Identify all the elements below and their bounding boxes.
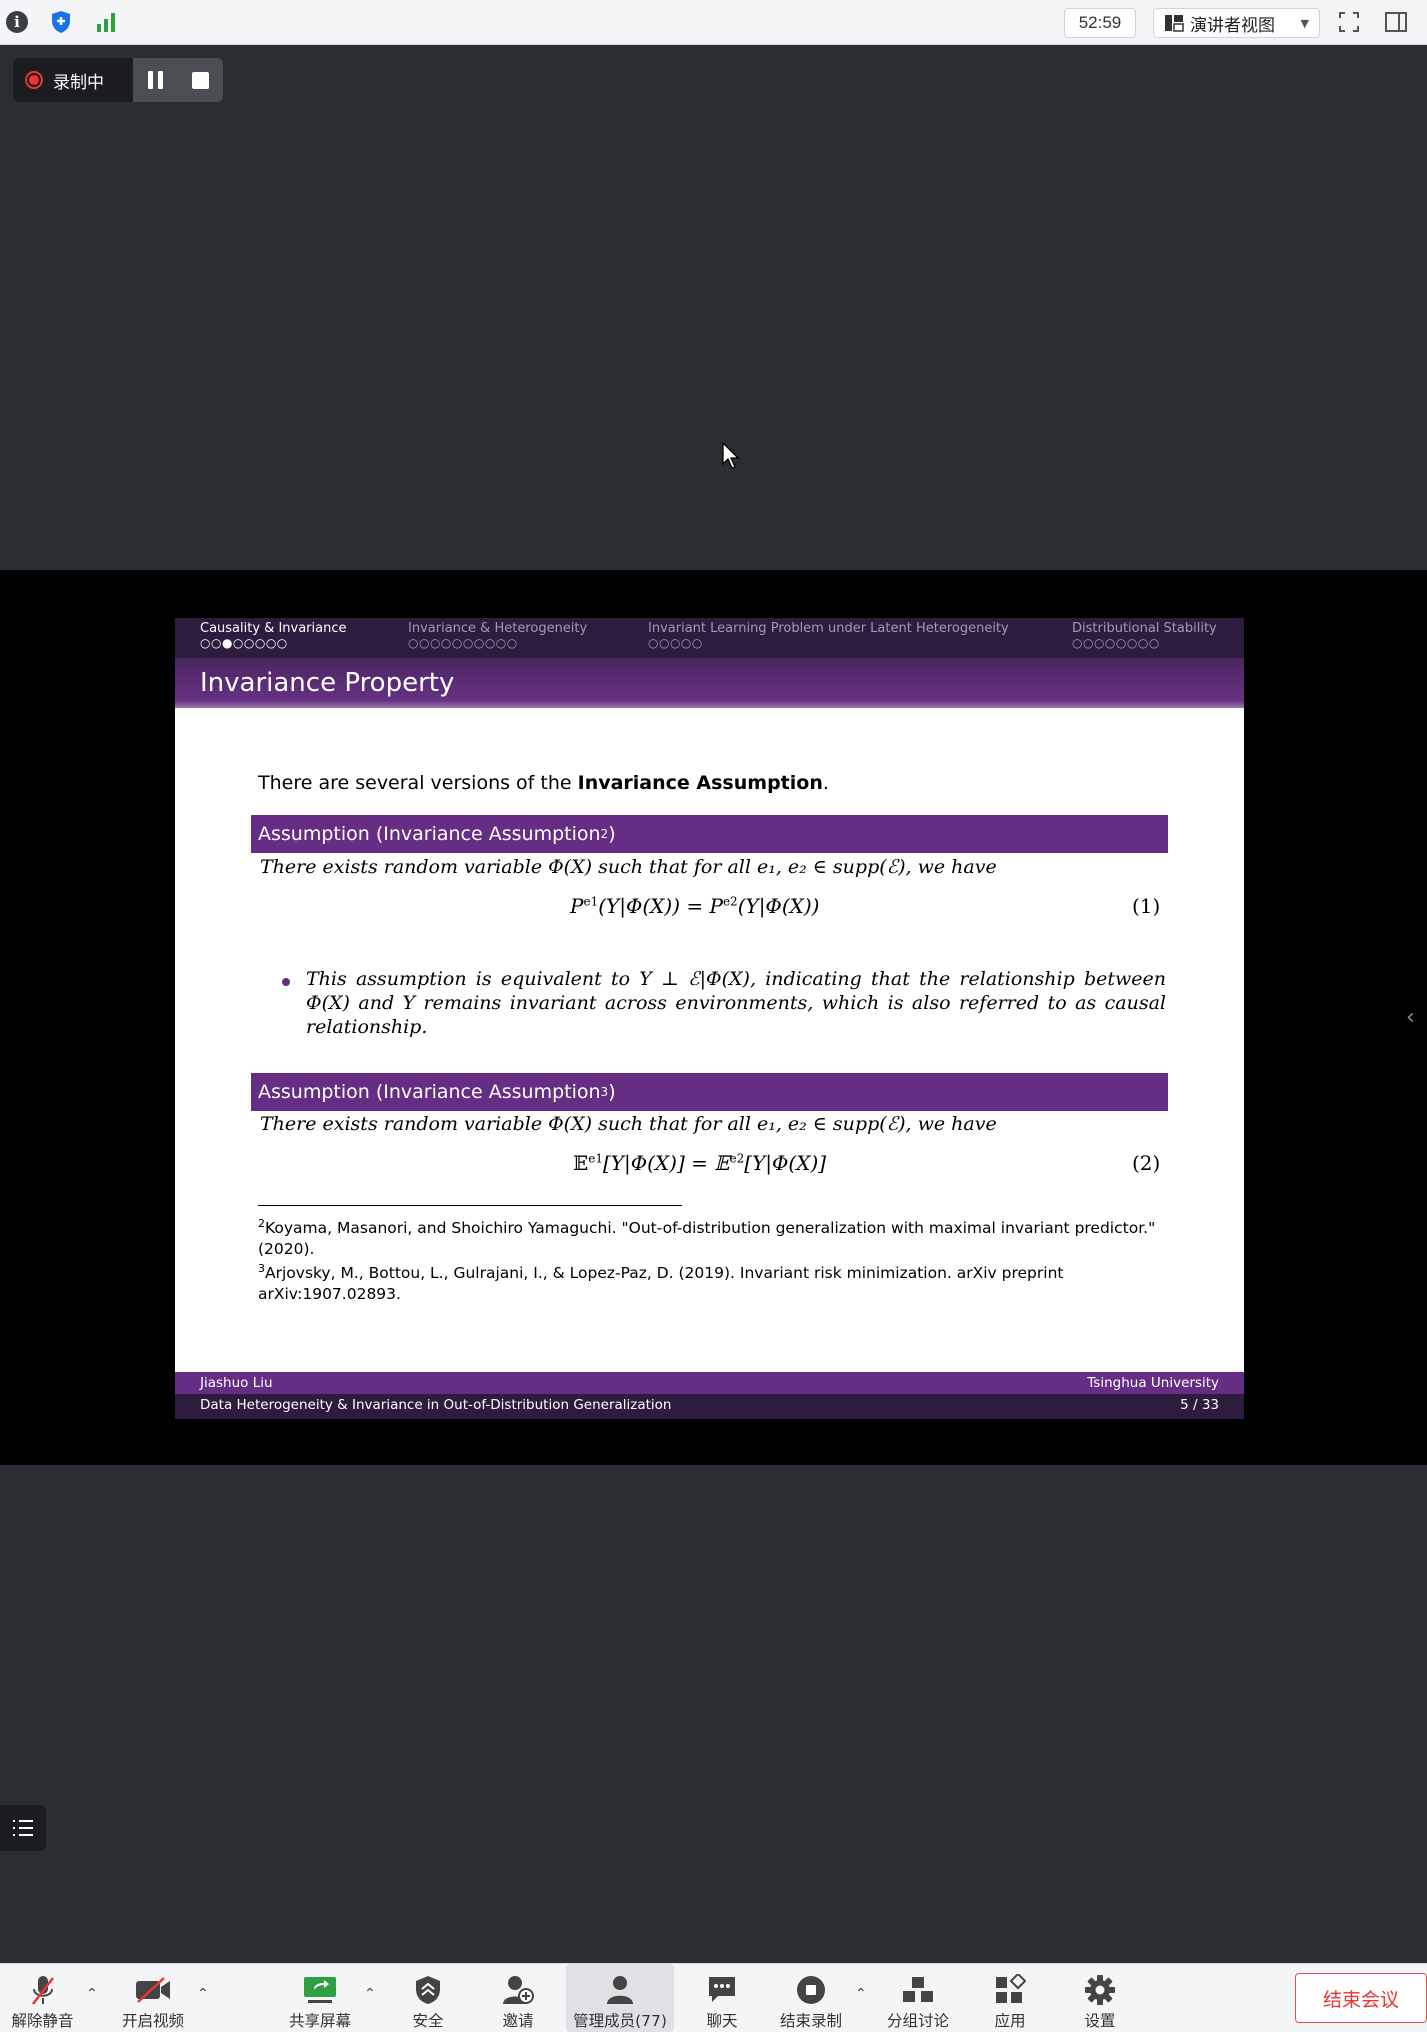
unmute-button[interactable]: 解除静音 [5,1964,80,2032]
slide-author: Jiashuo Liu [200,1375,273,1391]
view-mode-dropdown[interactable]: 演讲者视图 ▼ [1153,8,1320,38]
slide-footer-top: Jiashuo Liu Tsinghua University [175,1372,1244,1394]
chat-button[interactable]: 聊天 [694,1964,750,2032]
nav-section-latent[interactable]: Invariant Learning Problem under Latent … [648,621,1009,651]
chevron-up-icon[interactable]: ⌃ [855,1986,867,2002]
assumption-block-heading-2: Assumption (Invariance Assumption 3) [251,1073,1168,1111]
footnote-divider [258,1205,682,1206]
footnote-2: 2Koyama, Masanori, and Shoichiro Yamaguc… [258,1217,1156,1259]
chevron-left-icon[interactable]: ‹ [1406,1005,1415,1030]
share-screen-icon [302,1974,338,2006]
mic-muted-icon [29,1974,57,2006]
presentation-slide: Causality & Invariance ○○●○○○○○ Invarian… [175,618,1244,1419]
nav-section-heterogeneity[interactable]: Invariance & Heterogeneity ○○○○○○○○○○ [408,621,587,651]
recording-bar: 录制中 [13,58,223,102]
slide-talk-title: Data Heterogeneity & Invariance in Out-o… [200,1397,672,1413]
fullscreen-icon[interactable] [1336,9,1362,35]
list-menu-icon[interactable] [0,1805,46,1851]
recording-controls [133,58,223,102]
bullet-icon [282,978,290,986]
share-screen-button[interactable]: 共享屏幕 [282,1964,358,2032]
slide-title: Invariance Property [200,668,455,698]
slide-page-number: 5 / 33 [1180,1397,1219,1413]
breakout-rooms-button[interactable]: 分组讨论 [880,1964,956,2032]
equation-1: Pe1(Y|Φ(X)) = Pe2(Y|Φ(X)) [570,894,820,918]
slide-body: There are several versions of the Invari… [175,708,1244,1372]
stop-icon[interactable] [191,71,209,89]
nav-progress-dots: ○○●○○○○○ [200,636,288,650]
end-meeting-button[interactable]: 结束会议 [1295,1973,1427,2023]
nav-progress-dots: ○○○○○○○○ [1072,636,1160,650]
signal-icon[interactable] [94,9,120,35]
chat-icon [706,1974,738,2006]
nav-section-stability[interactable]: Distributional Stability ○○○○○○○○ [1072,621,1217,651]
bullet-text: This assumption is equivalent to Y ⊥ ℰ|Φ… [306,968,1166,1038]
start-video-button[interactable]: 开启视频 [115,1964,191,2032]
sidebar-toggle-icon[interactable] [1383,9,1409,35]
nav-progress-dots: ○○○○○○○○○○ [408,636,518,650]
stop-record-icon [795,1974,827,2006]
footnote-3: 3Arjovsky, M., Bottou, L., Gulrajani, I.… [258,1262,1064,1304]
assumption-text-2: There exists random variable Φ(X) such t… [260,1113,997,1135]
security-button[interactable]: 安全 [400,1964,456,2032]
pause-icon[interactable] [147,71,163,89]
meeting-toolbar: 解除静音 ⌃ 开启视频 ⌃ 共享屏幕 ⌃ 安全 邀请 管理成员(77) 聊天 结… [0,1963,1427,2032]
equation-number-1: (1) [1132,894,1161,918]
chevron-down-icon: ▼ [1300,16,1309,30]
chevron-up-icon[interactable]: ⌃ [197,1986,209,2002]
chevron-up-icon[interactable]: ⌃ [364,1986,376,2002]
assumption-text-1: There exists random variable Φ(X) such t… [260,856,997,878]
intro-text: There are several versions of the Invari… [258,772,829,794]
equation-2: 𝔼e1[Y|Φ(X)] = 𝔼e2[Y|Φ(X)] [573,1151,827,1175]
chevron-up-icon[interactable]: ⌃ [86,1986,98,2002]
assumption-block-heading-1: Assumption (Invariance Assumption 2) [251,815,1168,853]
breakout-icon [901,1974,935,2006]
stop-recording-button[interactable]: 结束录制 [773,1964,849,2032]
mouse-cursor-icon [722,442,740,469]
record-dot-icon [25,71,43,89]
slide-section-nav: Causality & Invariance ○○●○○○○○ Invarian… [175,618,1244,658]
equation-number-2: (2) [1132,1151,1161,1175]
top-bar: i 52:59 演讲者视图 ▼ [0,0,1427,45]
settings-button[interactable]: 设置 [1072,1964,1128,2032]
video-off-icon [134,1974,172,2006]
settings-icon [1084,1974,1116,2006]
meeting-timer: 52:59 [1064,8,1136,38]
view-mode-label: 演讲者视图 [1190,15,1275,36]
shield-icon[interactable] [48,9,74,35]
invite-button[interactable]: 邀请 [490,1964,546,2032]
security-icon [414,1974,442,2006]
apps-icon [994,1974,1026,2006]
participants-button[interactable]: 管理成员(77) [566,1964,674,2032]
info-icon[interactable]: i [4,9,30,35]
nav-section-causality[interactable]: Causality & Invariance ○○●○○○○○ [200,621,346,651]
invite-icon [502,1974,534,2006]
recording-status-label: 录制中 [53,72,104,93]
nav-progress-dots: ○○○○○ [648,636,703,650]
slide-institution: Tsinghua University [1087,1375,1219,1391]
participants-icon [603,1974,637,2006]
apps-button[interactable]: 应用 [982,1964,1038,2032]
slide-footer-bottom: Data Heterogeneity & Invariance in Out-o… [175,1394,1244,1419]
recording-status: 录制中 [13,58,133,102]
layout-icon [1165,15,1184,32]
slide-title-bar: Invariance Property [175,658,1244,708]
